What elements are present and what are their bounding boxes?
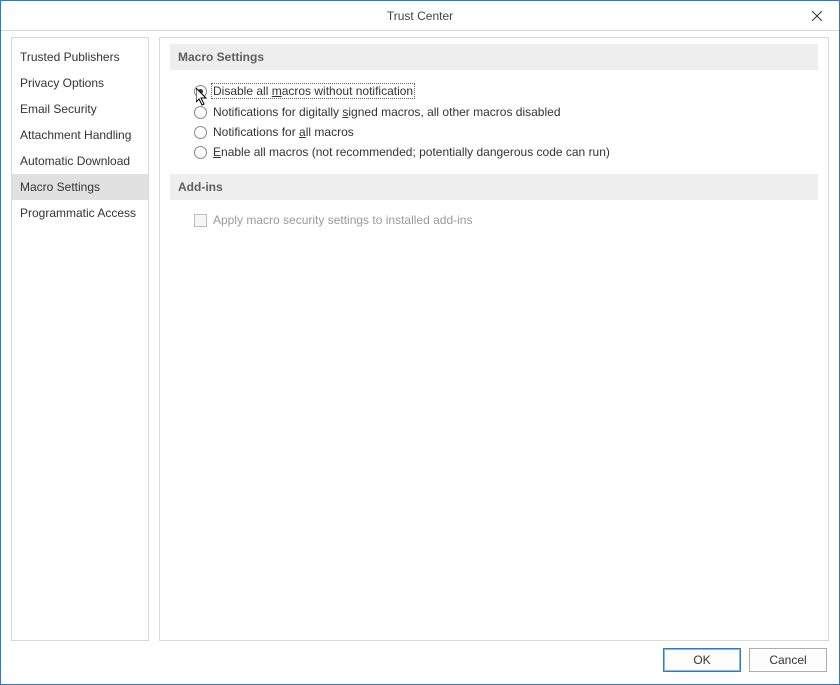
checkbox-apply-macro-security: Apply macro security settings to install… bbox=[194, 210, 810, 230]
sidebar-item-attachment-handling[interactable]: Attachment Handling bbox=[12, 122, 148, 148]
sidebar: Trusted Publishers Privacy Options Email… bbox=[11, 37, 149, 641]
radio-signed-macros[interactable]: Notifications for digitally signed macro… bbox=[194, 102, 810, 122]
radio-label: Enable all macros (not recommended; pote… bbox=[213, 145, 610, 159]
section-header-addins: Add-ins bbox=[170, 174, 818, 200]
sidebar-item-privacy-options[interactable]: Privacy Options bbox=[12, 70, 148, 96]
checkbox-icon bbox=[194, 214, 207, 227]
sidebar-item-email-security[interactable]: Email Security bbox=[12, 96, 148, 122]
cancel-button[interactable]: Cancel bbox=[749, 648, 827, 672]
close-icon bbox=[812, 11, 822, 21]
button-bar: OK Cancel bbox=[1, 641, 839, 679]
sidebar-item-macro-settings[interactable]: Macro Settings bbox=[12, 174, 148, 200]
ok-button[interactable]: OK bbox=[663, 648, 741, 672]
radio-enable-all[interactable]: Enable all macros (not recommended; pote… bbox=[194, 142, 810, 162]
checkbox-label: Apply macro security settings to install… bbox=[213, 213, 472, 227]
macro-settings-body: Disable all macros without notification … bbox=[170, 80, 818, 174]
radio-label: Disable all macros without notification bbox=[211, 83, 415, 99]
radio-icon bbox=[194, 126, 207, 139]
radio-label: Notifications for digitally signed macro… bbox=[213, 105, 561, 119]
section-header-macro-settings: Macro Settings bbox=[170, 44, 818, 70]
sidebar-item-programmatic-access[interactable]: Programmatic Access bbox=[12, 200, 148, 226]
sidebar-item-trusted-publishers[interactable]: Trusted Publishers bbox=[12, 44, 148, 70]
radio-disable-without-notification[interactable]: Disable all macros without notification bbox=[194, 80, 810, 102]
radio-icon bbox=[194, 146, 207, 159]
addins-body: Apply macro security settings to install… bbox=[170, 210, 818, 242]
radio-all-macros[interactable]: Notifications for all macros bbox=[194, 122, 810, 142]
window-title: Trust Center bbox=[387, 9, 453, 23]
main-area: Trusted Publishers Privacy Options Email… bbox=[1, 31, 839, 641]
titlebar: Trust Center bbox=[1, 1, 839, 31]
radio-icon bbox=[194, 106, 207, 119]
sidebar-item-automatic-download[interactable]: Automatic Download bbox=[12, 148, 148, 174]
content-panel: Macro Settings Disable all macros withou… bbox=[159, 37, 829, 641]
radio-label: Notifications for all macros bbox=[213, 125, 354, 139]
radio-icon bbox=[194, 85, 207, 98]
close-button[interactable] bbox=[795, 1, 839, 30]
